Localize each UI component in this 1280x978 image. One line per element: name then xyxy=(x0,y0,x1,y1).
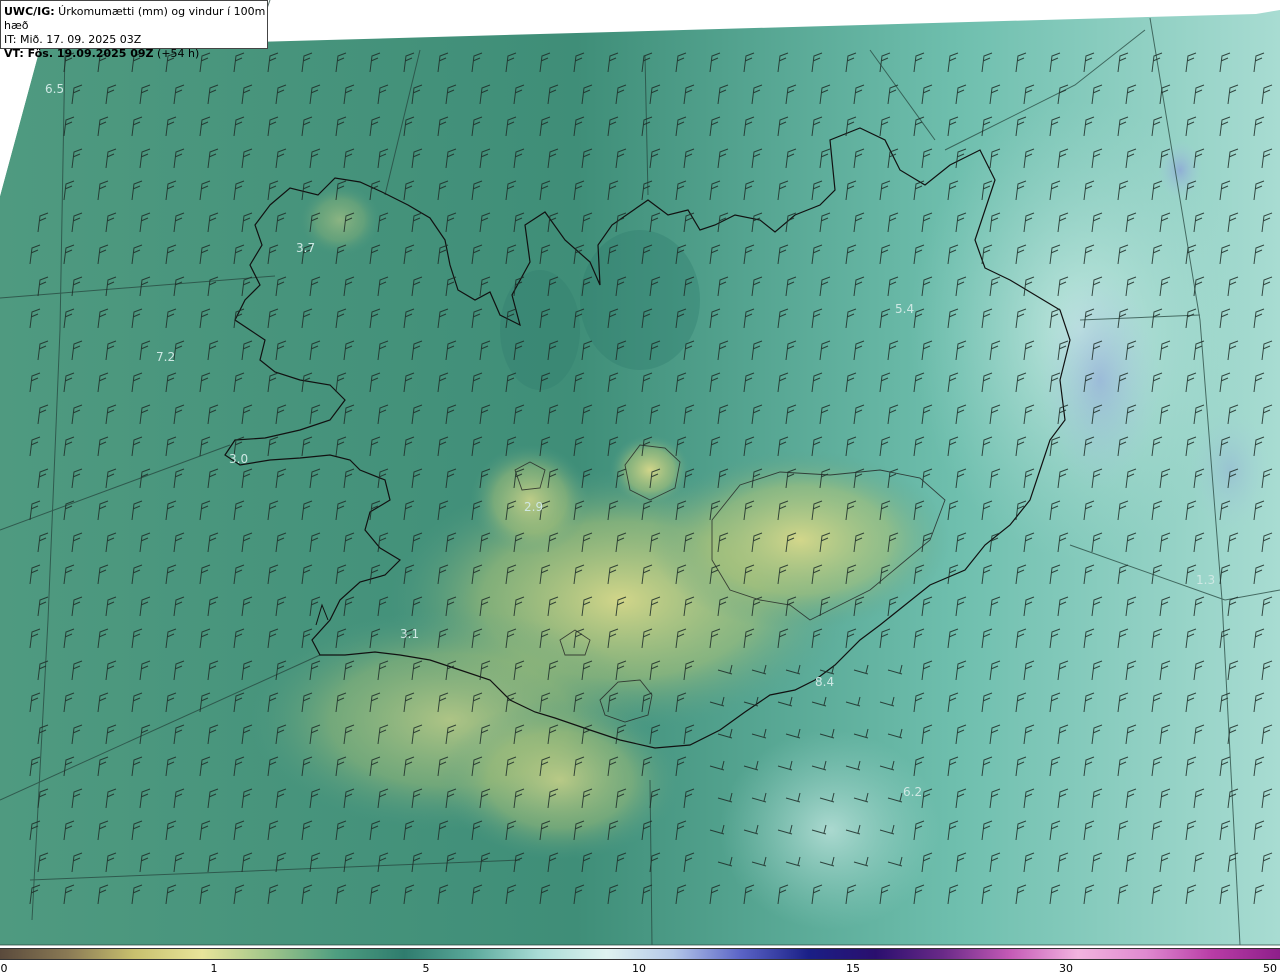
colorbar-tick-label: 30 xyxy=(1059,962,1073,975)
map-value-label: 3.1 xyxy=(400,627,419,641)
map-info-box: UWC/IG: Úrkomumætti (mm) og vindur í 100… xyxy=(0,0,268,60)
colorbar-tick-label: 1 xyxy=(210,962,218,975)
colorbar-tick-label: 15 xyxy=(846,962,860,975)
map-value-label: 3.0 xyxy=(229,452,248,466)
init-time: IT: Mið. 17. 09. 2025 03Z xyxy=(4,33,142,46)
map-value-label: 6.2 xyxy=(903,785,922,799)
precipitation-colorbar xyxy=(0,948,1280,960)
map-value-label: 2.9 xyxy=(524,500,543,514)
map-value-label: 6.5 xyxy=(45,82,64,96)
map-value-label: 5.4 xyxy=(895,302,914,316)
map-value-label: 8.4 xyxy=(815,675,834,689)
colorbar-tick-label: 50 xyxy=(1263,962,1277,975)
colorbar-tick-label: 0 xyxy=(0,962,8,975)
map-value-label: 3.7 xyxy=(296,241,315,255)
map-value-label: 1.3 xyxy=(1196,573,1215,587)
precipitation-wind-map: 6.5 3.7 7.2 3.0 2.9 3.1 5.4 8.4 6.2 1.3 xyxy=(0,0,1280,946)
colorbar-tick-label: 10 xyxy=(632,962,646,975)
map-value-label: 7.2 xyxy=(156,350,175,364)
map-title: UWC/IG: Úrkomumætti (mm) og vindur í 100… xyxy=(4,5,266,32)
valid-time: VT: Fös. 19.09.2025 09Z (+54 h) xyxy=(4,47,200,60)
colorbar-tick-label: 5 xyxy=(422,962,430,975)
